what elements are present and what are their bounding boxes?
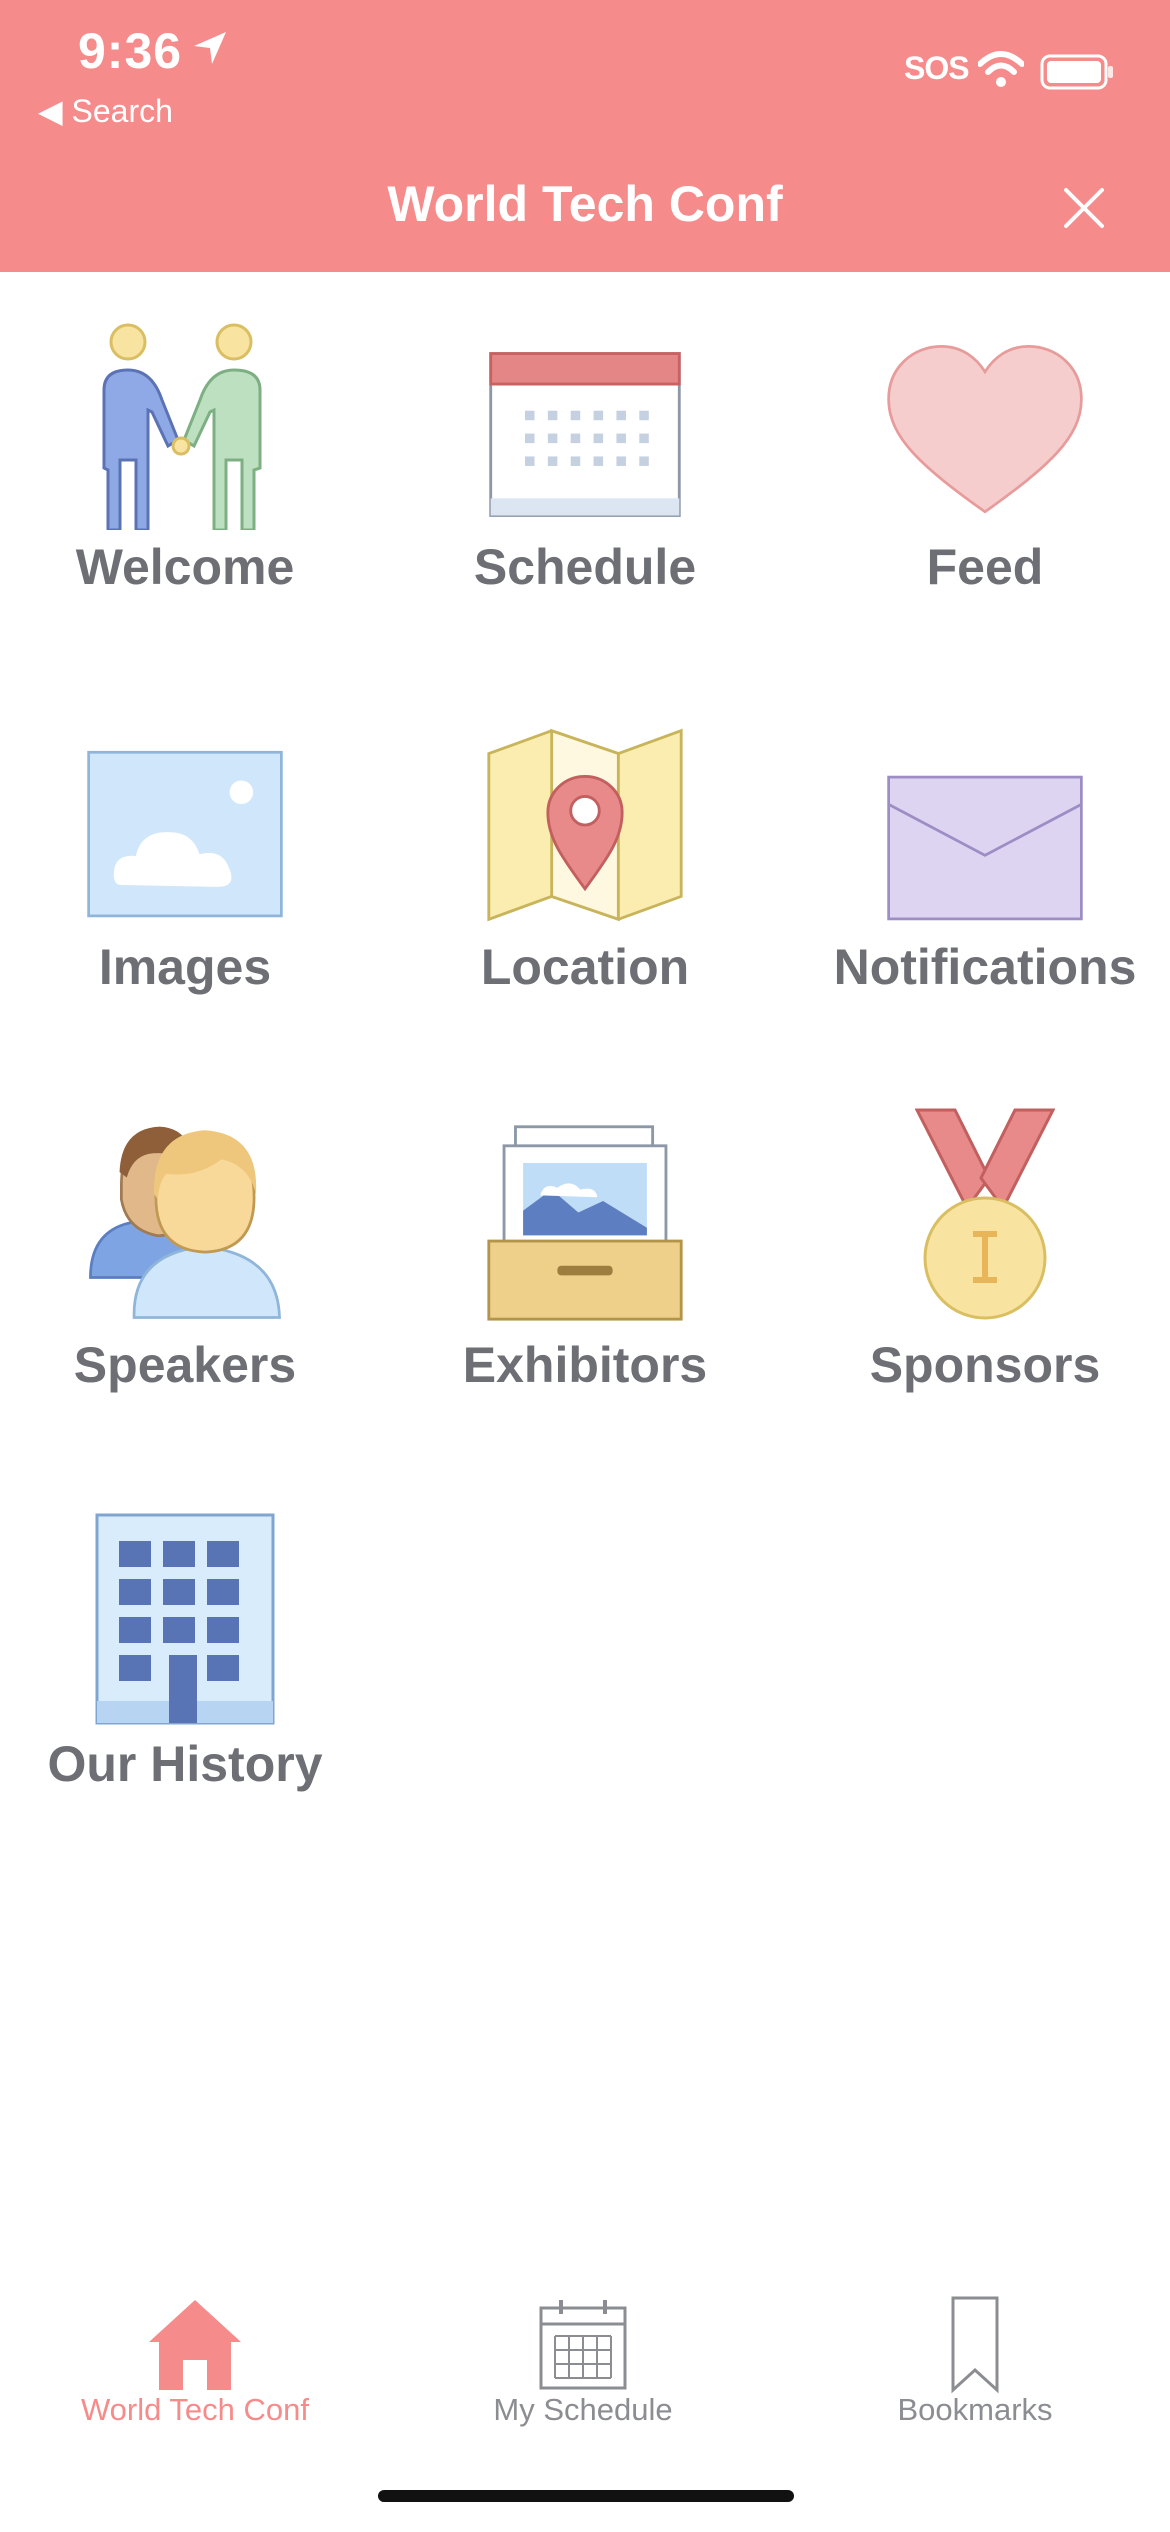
tile-label: Our History <box>47 1736 323 1792</box>
status-time: 9:36 <box>78 23 183 79</box>
couple-icon <box>102 323 262 530</box>
tile-label: Sponsors <box>869 1337 1101 1393</box>
tile-label: Welcome <box>75 539 295 595</box>
image-icon <box>87 750 283 918</box>
tab-world-tech-conf[interactable]: World Tech Conf <box>45 2280 345 2440</box>
tile-label: Images <box>98 939 272 995</box>
tab-my-schedule[interactable]: My Schedule <box>433 2280 733 2440</box>
archive-box-icon <box>487 1125 683 1321</box>
wifi-icon <box>978 51 1024 87</box>
close-icon[interactable] <box>1058 182 1110 234</box>
tile-sponsors[interactable]: Sponsors <box>835 1098 1135 1418</box>
bottom-tab-bar: World Tech Conf My Schedule Bookmarks <box>0 2280 1170 2460</box>
tab-bookmarks[interactable]: Bookmarks <box>825 2280 1125 2440</box>
heart-icon <box>887 344 1083 514</box>
tab-label: Bookmarks <box>897 2392 1053 2427</box>
tile-schedule[interactable]: Schedule <box>435 300 735 620</box>
app-header: 9:36 ◀ Search SOS World Tech Conf <box>0 0 1170 272</box>
carrier-sos: SOS <box>904 50 970 86</box>
tile-images[interactable]: Images <box>35 700 335 1020</box>
location-arrow-icon <box>194 32 226 64</box>
tile-label: Schedule <box>473 539 697 595</box>
tile-label: Location <box>480 939 690 995</box>
home-icon <box>149 2300 241 2390</box>
map-pin-icon <box>487 728 683 922</box>
people-icon <box>89 1126 281 1319</box>
battery-icon <box>1040 54 1113 90</box>
tile-feed[interactable]: Feed <box>835 300 1135 620</box>
tab-label: World Tech Conf <box>80 2392 310 2427</box>
bookmark-icon <box>951 2296 999 2394</box>
back-to-search-link[interactable]: ◀ Search <box>38 92 173 130</box>
tile-our-history[interactable]: Our History <box>35 1497 335 1817</box>
tab-label: My Schedule <box>493 2392 673 2427</box>
calendar-grid-icon <box>539 2300 627 2390</box>
medal-icon <box>915 1108 1055 1320</box>
tile-label: Exhibitors <box>462 1337 708 1393</box>
tile-exhibitors[interactable]: Exhibitors <box>435 1098 735 1418</box>
tile-welcome[interactable]: Welcome <box>35 300 335 620</box>
tile-location[interactable]: Location <box>435 700 735 1020</box>
tile-label: Speakers <box>73 1337 297 1393</box>
tile-speakers[interactable]: Speakers <box>35 1098 335 1418</box>
building-icon <box>95 1513 275 1725</box>
tile-label: Feed <box>926 539 1044 595</box>
calendar-icon <box>489 352 681 517</box>
envelope-icon <box>887 775 1083 921</box>
home-indicator[interactable] <box>378 2490 794 2502</box>
page-title: World Tech Conf <box>387 176 783 232</box>
tile-notifications[interactable]: Notifications <box>834 700 1136 1020</box>
tile-label: Notifications <box>833 939 1137 995</box>
